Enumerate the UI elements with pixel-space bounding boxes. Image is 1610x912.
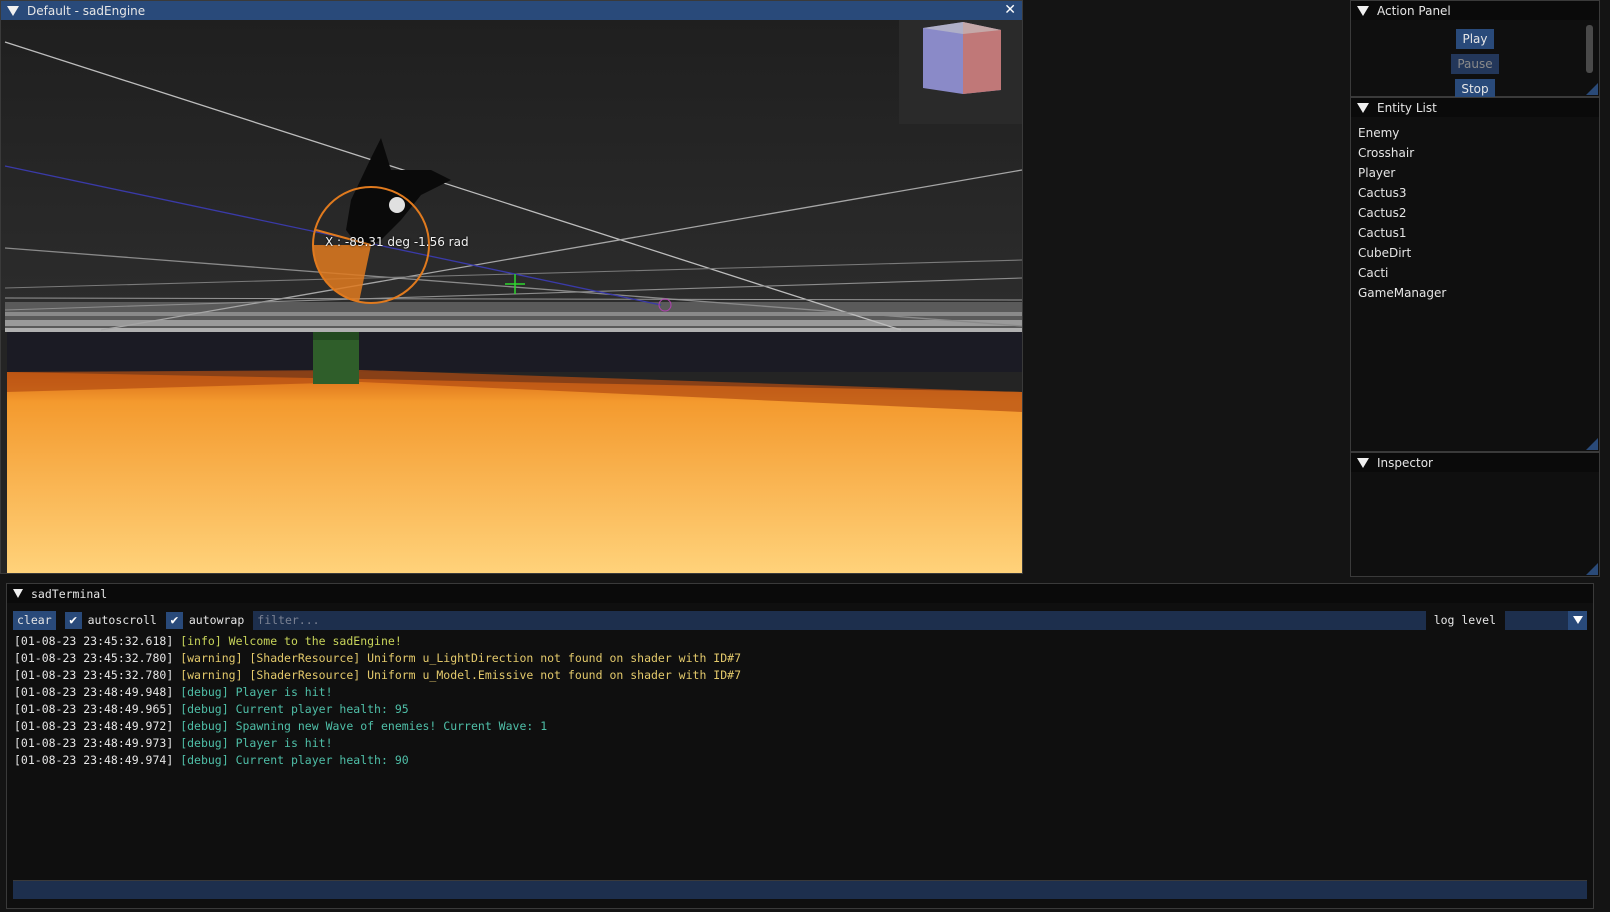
log-line: [01-08-23 23:45:32.780] [warning] [Shade… bbox=[14, 668, 741, 682]
clear-button[interactable]: clear bbox=[13, 610, 56, 630]
entity-list-panel[interactable]: Entity List Enemy Crosshair Player Cactu… bbox=[1350, 97, 1600, 452]
terminal-window[interactable]: sadTerminal clear ✔ autoscroll ✔ autowra… bbox=[6, 583, 1594, 909]
entity-item-cactus3[interactable]: Cactus3 bbox=[1351, 183, 1599, 203]
log-line: [01-08-23 23:48:49.972] [debug] Spawning… bbox=[14, 719, 548, 733]
log-line: [01-08-23 23:48:49.974] [debug] Current … bbox=[14, 753, 409, 767]
inspector-titlebar[interactable]: Inspector bbox=[1351, 453, 1599, 472]
scene-render[interactable] bbox=[1, 20, 1022, 573]
action-panel-scrollbar[interactable] bbox=[1586, 25, 1593, 73]
resize-grip-icon[interactable] bbox=[1586, 563, 1598, 575]
action-panel-titlebar[interactable]: Action Panel bbox=[1351, 1, 1599, 20]
resize-grip-icon[interactable] bbox=[1586, 83, 1598, 95]
autowrap-checkbox[interactable]: ✔ bbox=[165, 611, 183, 629]
command-input[interactable] bbox=[13, 880, 1587, 899]
inspector-panel[interactable]: Inspector bbox=[1350, 452, 1600, 577]
viewport-window[interactable]: Default - sadEngine ✕ X: -89.31 deg -1.… bbox=[0, 0, 1023, 574]
chevron-down-icon[interactable] bbox=[1568, 610, 1587, 630]
viewport-titlebar[interactable]: Default - sadEngine ✕ bbox=[1, 1, 1022, 20]
log-line: [01-08-23 23:45:32.780] [warning] [Shade… bbox=[14, 651, 741, 665]
viewport-title: Default - sadEngine bbox=[27, 3, 146, 18]
resize-grip-icon[interactable] bbox=[1586, 438, 1598, 450]
terminal-title: sadTerminal bbox=[31, 586, 108, 601]
autoscroll-checkbox[interactable]: ✔ bbox=[64, 611, 82, 629]
collapse-triangle-icon[interactable] bbox=[7, 5, 19, 16]
action-panel-title: Action Panel bbox=[1377, 3, 1451, 18]
inspector-title: Inspector bbox=[1377, 455, 1433, 470]
log-level-select[interactable] bbox=[1505, 610, 1587, 630]
action-panel[interactable]: Action Panel Play Pause Stop bbox=[1350, 0, 1600, 99]
entity-item-cacti[interactable]: Cacti bbox=[1351, 263, 1599, 283]
entity-item-crosshair[interactable]: Crosshair bbox=[1351, 143, 1599, 163]
entity-item-cactus1[interactable]: Cactus1 bbox=[1351, 223, 1599, 243]
entity-list-title: Entity List bbox=[1377, 100, 1437, 115]
log-level-label: log level bbox=[1433, 613, 1496, 627]
collapse-triangle-icon[interactable] bbox=[1357, 457, 1369, 468]
entity-item-player[interactable]: Player bbox=[1351, 163, 1599, 183]
play-button[interactable]: Play bbox=[1456, 29, 1494, 49]
log-line: [01-08-23 23:48:49.973] [debug] Player i… bbox=[14, 736, 333, 750]
stop-button[interactable]: Stop bbox=[1455, 79, 1495, 99]
collapse-triangle-icon[interactable] bbox=[13, 589, 23, 598]
log-line: [01-08-23 23:45:32.618] [info] Welcome t… bbox=[14, 634, 402, 648]
filter-input[interactable]: filter... bbox=[253, 610, 1426, 630]
terminal-toolbar: clear ✔ autoscroll ✔ autowrap filter... … bbox=[13, 610, 1587, 630]
entity-item-cubedirt[interactable]: CubeDirt bbox=[1351, 243, 1599, 263]
close-icon[interactable]: ✕ bbox=[1004, 2, 1016, 18]
autowrap-label: autowrap bbox=[188, 613, 245, 627]
pause-button[interactable]: Pause bbox=[1451, 54, 1499, 74]
autoscroll-label: autoscroll bbox=[87, 613, 157, 627]
terminal-titlebar[interactable]: sadTerminal bbox=[7, 584, 1593, 603]
entity-list-titlebar[interactable]: Entity List bbox=[1351, 98, 1599, 117]
log-line: [01-08-23 23:48:49.948] [debug] Player i… bbox=[14, 685, 333, 699]
entity-item-cactus2[interactable]: Cactus2 bbox=[1351, 203, 1599, 223]
rotation-gizmo-label: X : -89.31 deg -1.56 rad bbox=[325, 235, 469, 249]
collapse-triangle-icon[interactable] bbox=[1357, 102, 1369, 113]
scene-viewport[interactable]: X : -89.31 deg -1.56 rad bbox=[1, 20, 1022, 573]
entity-item-enemy[interactable]: Enemy bbox=[1351, 123, 1599, 143]
entity-item-gamemanager[interactable]: GameManager bbox=[1351, 283, 1599, 303]
log-line: [01-08-23 23:48:49.965] [debug] Current … bbox=[14, 702, 409, 716]
terminal-log: [01-08-23 23:45:32.618] [info] Welcome t… bbox=[14, 633, 1587, 769]
collapse-triangle-icon[interactable] bbox=[1357, 5, 1369, 16]
